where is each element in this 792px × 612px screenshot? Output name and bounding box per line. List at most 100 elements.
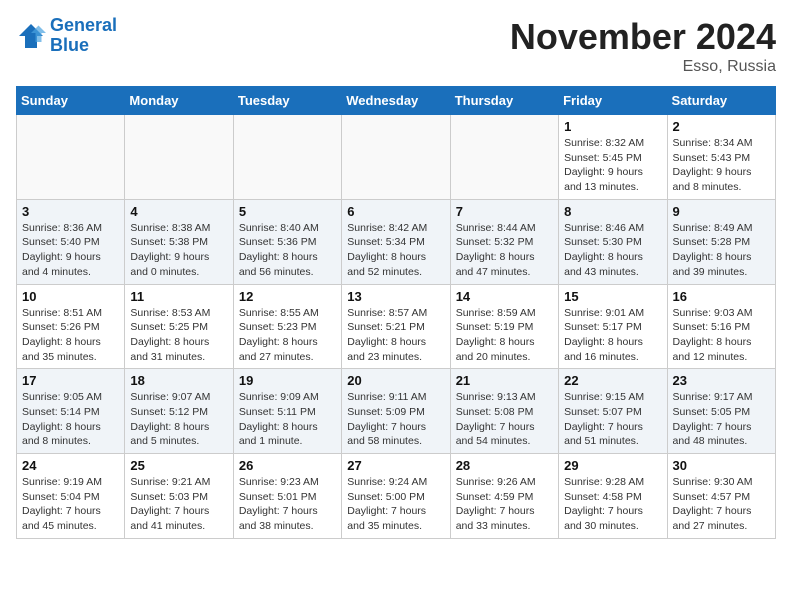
sun-info: Sunrise: 8:34 AM Sunset: 5:43 PM Dayligh… — [673, 136, 770, 195]
sun-info: Sunrise: 9:13 AM Sunset: 5:08 PM Dayligh… — [456, 390, 553, 449]
logo-icon — [16, 21, 46, 51]
calendar-cell: 22 Sunrise: 9:15 AM Sunset: 5:07 PM Dayli… — [559, 369, 667, 454]
page-header: General Blue November 2024 Esso, Russia — [16, 16, 776, 76]
day-number: 19 — [239, 373, 336, 388]
day-number: 22 — [564, 373, 661, 388]
calendar-cell: 21 Sunrise: 9:13 AM Sunset: 5:08 PM Dayli… — [450, 369, 558, 454]
weekday-row: SundayMondayTuesdayWednesdayThursdayFrid… — [17, 87, 776, 115]
day-number: 30 — [673, 458, 770, 473]
sun-info: Sunrise: 8:38 AM Sunset: 5:38 PM Dayligh… — [130, 221, 227, 280]
sun-info: Sunrise: 8:36 AM Sunset: 5:40 PM Dayligh… — [22, 221, 119, 280]
sun-info: Sunrise: 9:30 AM Sunset: 4:57 PM Dayligh… — [673, 475, 770, 534]
sun-info: Sunrise: 8:57 AM Sunset: 5:21 PM Dayligh… — [347, 306, 444, 365]
day-number: 23 — [673, 373, 770, 388]
day-number: 28 — [456, 458, 553, 473]
calendar-cell: 3Sunrise: 8:36 AM Sunset: 5:40 PM Daylig… — [17, 199, 125, 284]
calendar-week: 17 Sunrise: 9:05 AM Sunset: 5:14 PM Dayli… — [17, 369, 776, 454]
calendar-week: 3Sunrise: 8:36 AM Sunset: 5:40 PM Daylig… — [17, 199, 776, 284]
weekday-header: Sunday — [17, 87, 125, 115]
location: Esso, Russia — [510, 58, 776, 76]
calendar-cell: 23 Sunrise: 9:17 AM Sunset: 5:05 PM Dayli… — [667, 369, 775, 454]
day-number: 6 — [347, 204, 444, 219]
day-number: 29 — [564, 458, 661, 473]
day-number: 12 — [239, 289, 336, 304]
day-number: 18 — [130, 373, 227, 388]
sun-info: Sunrise: 8:40 AM Sunset: 5:36 PM Dayligh… — [239, 221, 336, 280]
weekday-header: Wednesday — [342, 87, 450, 115]
calendar-cell: 15Sunrise: 9:01 AM Sunset: 5:17 PM Dayli… — [559, 284, 667, 369]
sun-info: Sunrise: 9:11 AM Sunset: 5:09 PM Dayligh… — [347, 390, 444, 449]
day-number: 20 — [347, 373, 444, 388]
calendar-cell: 16 Sunrise: 9:03 AM Sunset: 5:16 PM Dayli… — [667, 284, 775, 369]
calendar-cell: 5 Sunrise: 8:40 AM Sunset: 5:36 PM Daylig… — [233, 199, 341, 284]
day-number: 10 — [22, 289, 119, 304]
month-title: November 2024 — [510, 16, 776, 58]
day-number: 2 — [673, 119, 770, 134]
calendar-cell: 20 Sunrise: 9:11 AM Sunset: 5:09 PM Dayli… — [342, 369, 450, 454]
sun-info: Sunrise: 9:05 AM Sunset: 5:14 PM Dayligh… — [22, 390, 119, 449]
sun-info: Sunrise: 9:28 AM Sunset: 4:58 PM Dayligh… — [564, 475, 661, 534]
day-number: 26 — [239, 458, 336, 473]
sun-info: Sunrise: 9:15 AM Sunset: 5:07 PM Dayligh… — [564, 390, 661, 449]
sun-info: Sunrise: 9:07 AM Sunset: 5:12 PM Dayligh… — [130, 390, 227, 449]
sun-info: Sunrise: 8:42 AM Sunset: 5:34 PM Dayligh… — [347, 221, 444, 280]
calendar-cell: 25 Sunrise: 9:21 AM Sunset: 5:03 PM Dayli… — [125, 454, 233, 539]
calendar-cell — [233, 115, 341, 200]
sun-info: Sunrise: 9:03 AM Sunset: 5:16 PM Dayligh… — [673, 306, 770, 365]
sun-info: Sunrise: 9:24 AM Sunset: 5:00 PM Dayligh… — [347, 475, 444, 534]
sun-info: Sunrise: 8:51 AM Sunset: 5:26 PM Dayligh… — [22, 306, 119, 365]
day-number: 15 — [564, 289, 661, 304]
sun-info: Sunrise: 9:23 AM Sunset: 5:01 PM Dayligh… — [239, 475, 336, 534]
weekday-header: Thursday — [450, 87, 558, 115]
calendar-cell: 4Sunrise: 8:38 AM Sunset: 5:38 PM Daylig… — [125, 199, 233, 284]
calendar-cell — [17, 115, 125, 200]
weekday-header: Monday — [125, 87, 233, 115]
sun-info: Sunrise: 9:17 AM Sunset: 5:05 PM Dayligh… — [673, 390, 770, 449]
day-number: 7 — [456, 204, 553, 219]
sun-info: Sunrise: 8:53 AM Sunset: 5:25 PM Dayligh… — [130, 306, 227, 365]
sun-info: Sunrise: 9:19 AM Sunset: 5:04 PM Dayligh… — [22, 475, 119, 534]
calendar-cell: 29 Sunrise: 9:28 AM Sunset: 4:58 PM Dayli… — [559, 454, 667, 539]
sun-info: Sunrise: 9:26 AM Sunset: 4:59 PM Dayligh… — [456, 475, 553, 534]
logo-line1: General — [50, 15, 117, 35]
day-number: 14 — [456, 289, 553, 304]
day-number: 21 — [456, 373, 553, 388]
title-area: November 2024 Esso, Russia — [510, 16, 776, 76]
sun-info: Sunrise: 8:44 AM Sunset: 5:32 PM Dayligh… — [456, 221, 553, 280]
calendar-cell: 11 Sunrise: 8:53 AM Sunset: 5:25 PM Dayli… — [125, 284, 233, 369]
calendar-cell: 8Sunrise: 8:46 AM Sunset: 5:30 PM Daylig… — [559, 199, 667, 284]
logo-line2: Blue — [50, 35, 89, 55]
calendar-cell: 1 Sunrise: 8:32 AM Sunset: 5:45 PM Daylig… — [559, 115, 667, 200]
calendar-header: SundayMondayTuesdayWednesdayThursdayFrid… — [17, 87, 776, 115]
calendar-cell: 27 Sunrise: 9:24 AM Sunset: 5:00 PM Dayli… — [342, 454, 450, 539]
calendar-cell: 9Sunrise: 8:49 AM Sunset: 5:28 PM Daylig… — [667, 199, 775, 284]
day-number: 17 — [22, 373, 119, 388]
day-number: 25 — [130, 458, 227, 473]
calendar-cell: 17 Sunrise: 9:05 AM Sunset: 5:14 PM Dayli… — [17, 369, 125, 454]
weekday-header: Saturday — [667, 87, 775, 115]
calendar-week: 24 Sunrise: 9:19 AM Sunset: 5:04 PM Dayli… — [17, 454, 776, 539]
day-number: 13 — [347, 289, 444, 304]
day-number: 5 — [239, 204, 336, 219]
day-number: 24 — [22, 458, 119, 473]
sun-info: Sunrise: 8:46 AM Sunset: 5:30 PM Dayligh… — [564, 221, 661, 280]
calendar-cell — [342, 115, 450, 200]
calendar-cell: 14Sunrise: 8:59 AM Sunset: 5:19 PM Dayli… — [450, 284, 558, 369]
sun-info: Sunrise: 8:55 AM Sunset: 5:23 PM Dayligh… — [239, 306, 336, 365]
day-number: 27 — [347, 458, 444, 473]
calendar-week: 1 Sunrise: 8:32 AM Sunset: 5:45 PM Daylig… — [17, 115, 776, 200]
sun-info: Sunrise: 9:21 AM Sunset: 5:03 PM Dayligh… — [130, 475, 227, 534]
calendar-cell: 24 Sunrise: 9:19 AM Sunset: 5:04 PM Dayli… — [17, 454, 125, 539]
calendar-cell — [450, 115, 558, 200]
day-number: 9 — [673, 204, 770, 219]
sun-info: Sunrise: 8:32 AM Sunset: 5:45 PM Dayligh… — [564, 136, 661, 195]
calendar-body: 1 Sunrise: 8:32 AM Sunset: 5:45 PM Daylig… — [17, 115, 776, 539]
calendar-cell — [125, 115, 233, 200]
calendar-cell: 10 Sunrise: 8:51 AM Sunset: 5:26 PM Dayli… — [17, 284, 125, 369]
day-number: 11 — [130, 289, 227, 304]
calendar-cell: 7 Sunrise: 8:44 AM Sunset: 5:32 PM Daylig… — [450, 199, 558, 284]
logo: General Blue — [16, 16, 117, 56]
day-number: 1 — [564, 119, 661, 134]
calendar-week: 10 Sunrise: 8:51 AM Sunset: 5:26 PM Dayli… — [17, 284, 776, 369]
day-number: 16 — [673, 289, 770, 304]
